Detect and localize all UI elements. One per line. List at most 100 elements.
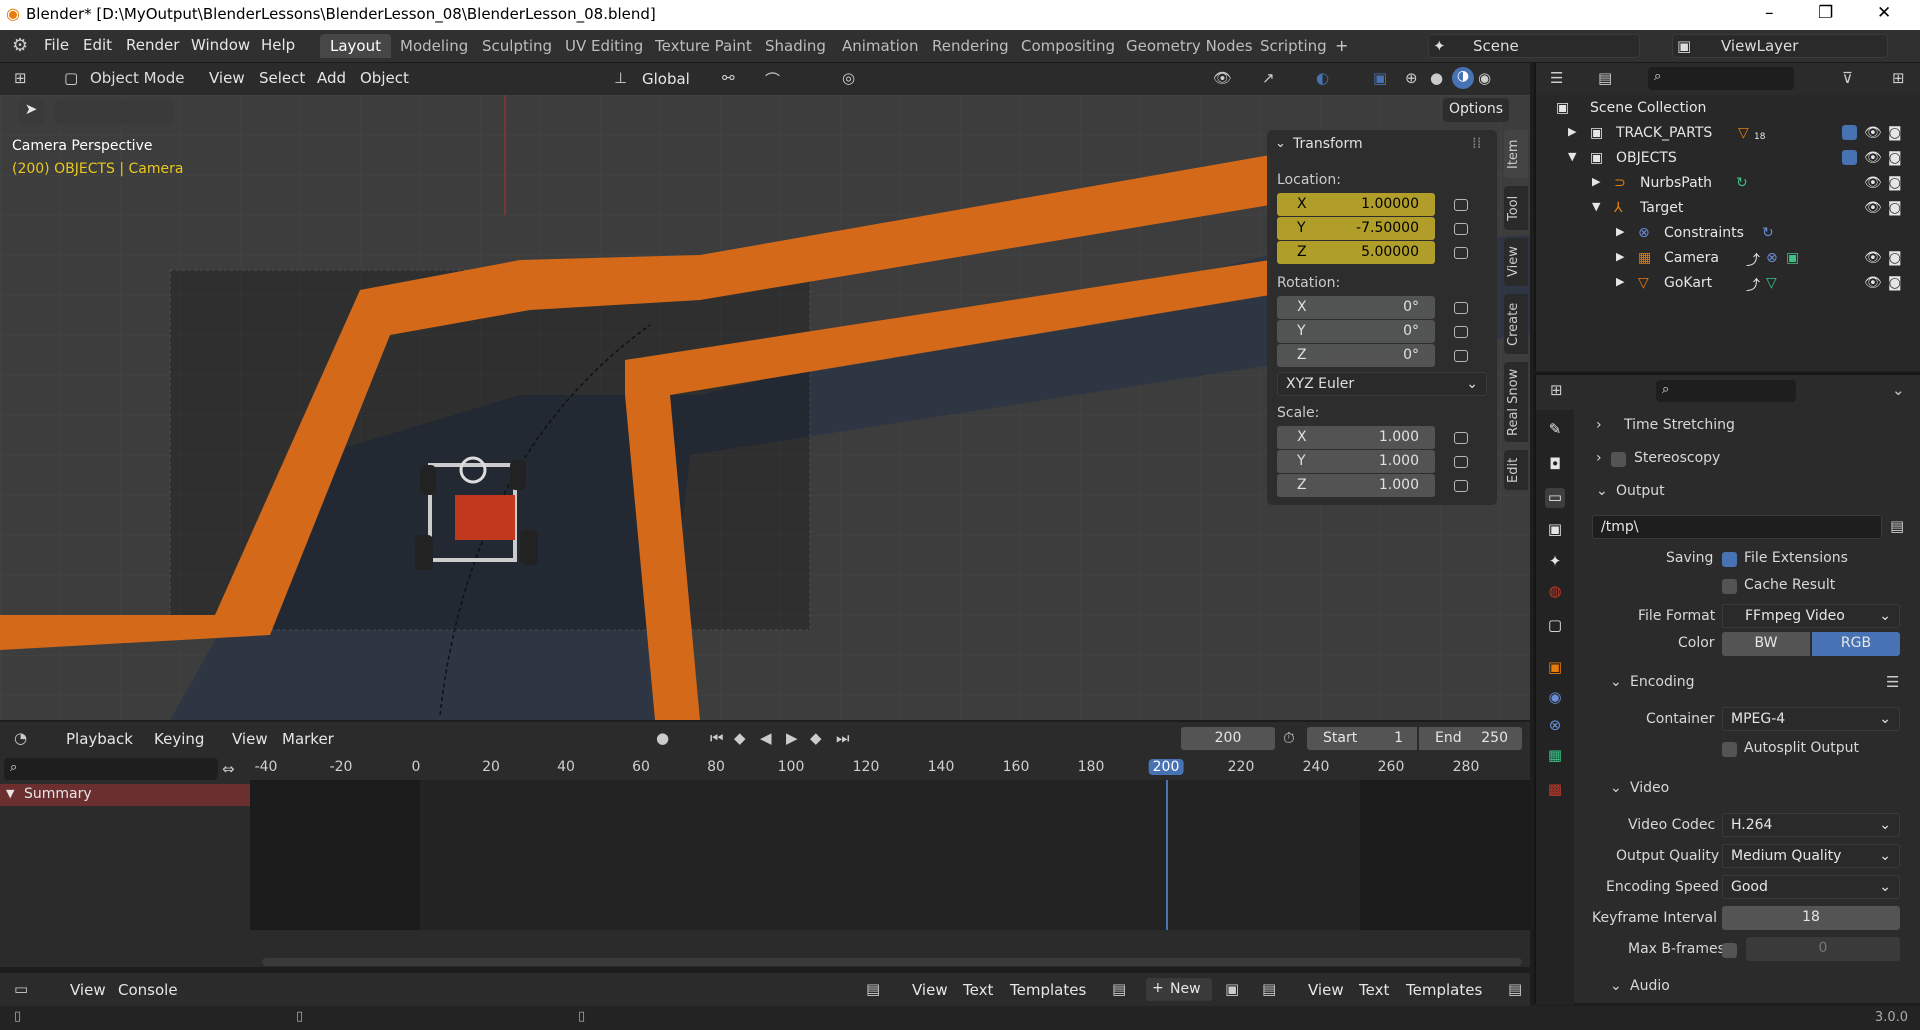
location-y-field[interactable]: Y -7.50000 <box>1277 217 1435 240</box>
solid-shading-icon[interactable]: ● <box>1430 69 1443 87</box>
lock-icon[interactable] <box>1454 326 1468 338</box>
data-tab-icon[interactable]: ▦ <box>1545 746 1565 766</box>
maximize-button[interactable]: ❐ <box>1818 3 1833 23</box>
location-z-field[interactable]: Z 5.00000 <box>1277 241 1435 264</box>
chevron-down-icon[interactable]: ⌄ <box>1610 978 1622 994</box>
proportional-edit-icon[interactable]: ◎ <box>842 69 855 87</box>
menu-render[interactable]: Render <box>126 36 179 54</box>
lock-icon[interactable] <box>1454 302 1468 314</box>
tab-real-snow[interactable]: Real Snow <box>1504 362 1528 442</box>
filter-icon[interactable]: ⊽ <box>1842 69 1853 87</box>
prev-keyframe-icon[interactable]: ◆ <box>734 729 746 747</box>
text-block-icon[interactable]: ▤ <box>1112 980 1126 998</box>
line-numbers-icon[interactable]: ▤ <box>1508 980 1522 998</box>
wireframe-shading-icon[interactable]: ⊕ <box>1405 69 1418 87</box>
chevron-right-icon[interactable]: › <box>1596 417 1602 433</box>
console-editor-icon[interactable]: ▭ <box>14 980 28 998</box>
lock-icon[interactable] <box>1454 223 1468 235</box>
record-icon[interactable]: ● <box>656 729 669 747</box>
list-item[interactable]: ▶ ⊃ NurbsPath ↻ 👁 ◙ <box>1536 172 1920 197</box>
timeline-channels[interactable] <box>250 780 1530 930</box>
tab-tool[interactable]: Tool <box>1504 186 1528 230</box>
render-tab-icon[interactable]: ◘ <box>1545 455 1565 475</box>
scale-y-field[interactable]: Y 1.000 <box>1277 450 1435 473</box>
horizontal-arrows-icon[interactable]: ⇔ <box>222 760 235 778</box>
encoding-speed-select[interactable]: Good ⌄ <box>1722 875 1900 899</box>
max-bframes-field[interactable]: 0 <box>1746 937 1900 961</box>
list-item[interactable]: ▶ ⊗ Constraints ↻ <box>1536 222 1920 247</box>
encoding-panel[interactable]: Encoding <box>1630 674 1695 690</box>
gizmo-icon[interactable]: ↗ <box>1262 69 1275 87</box>
new-text-button[interactable]: + New <box>1146 978 1212 1001</box>
presets-icon[interactable]: ☰ <box>1886 673 1899 691</box>
tab-animation[interactable]: Animation <box>832 34 928 58</box>
stereoscopy-checkbox[interactable] <box>1611 452 1626 467</box>
selection-mode-icons[interactable] <box>54 100 174 124</box>
scene-tab-icon[interactable]: ✦ <box>1545 552 1565 572</box>
collection-tab-icon[interactable]: ▢ <box>1545 616 1565 636</box>
lock-icon[interactable] <box>1454 350 1468 362</box>
timeline-ruler[interactable]: -40 -20 0 20 40 60 80 100 120 140 160 180 200 220 240 2… <box>250 756 1530 780</box>
options-button[interactable]: Options <box>1443 98 1509 122</box>
autosplit-checkbox[interactable] <box>1722 742 1737 757</box>
tab-layout[interactable]: Layout <box>320 34 391 58</box>
jump-start-icon[interactable]: ⏮ <box>710 729 724 747</box>
rendered-shading-icon[interactable]: ◉ <box>1478 69 1491 87</box>
new-collection-icon[interactable]: ⊞ <box>1892 69 1905 87</box>
rotation-z-field[interactable]: Z 0° <box>1277 344 1435 367</box>
stopwatch-icon[interactable]: ⏱ <box>1283 729 1295 747</box>
max-bframes-checkbox[interactable] <box>1722 943 1737 958</box>
list-item[interactable]: ▼ ▣ OBJECTS 👁 ◙ <box>1536 147 1920 172</box>
outliner-search-input[interactable]: ⌕ <box>1648 67 1794 90</box>
timeline-menu-playback[interactable]: Playback <box>66 730 133 748</box>
collapse-chevron-icon[interactable]: ⌄ <box>1275 136 1286 151</box>
time-stretching-panel[interactable]: Time Stretching <box>1624 417 1735 433</box>
file-format-select[interactable]: FFmpeg Video ⌄ <box>1722 604 1900 628</box>
select-tool-icon[interactable]: ➤ <box>18 100 44 124</box>
tab-modeling[interactable]: Modeling <box>390 34 478 58</box>
location-x-field[interactable]: X 1.00000 <box>1277 193 1435 216</box>
play-reverse-icon[interactable]: ◀ <box>760 729 772 747</box>
text2-menu-text[interactable]: Text <box>1359 981 1389 999</box>
chevron-down-icon[interactable]: ⌄ <box>1610 674 1622 690</box>
cache-result-checkbox[interactable] <box>1722 579 1737 594</box>
chevron-down-icon[interactable]: ⌄ <box>1610 780 1622 796</box>
open-folder-icon[interactable]: ▣ <box>1225 980 1239 998</box>
output-path-input[interactable]: /tmp\ <box>1592 515 1882 539</box>
drag-handle-icon[interactable]: ⁞⁞ <box>1472 134 1482 152</box>
rotation-y-field[interactable]: Y 0° <box>1277 320 1435 343</box>
minimize-button[interactable]: – <box>1765 3 1774 23</box>
lock-icon[interactable] <box>1454 480 1468 492</box>
text-menu-text[interactable]: Text <box>963 981 993 999</box>
timeline-menu-keying[interactable]: Keying <box>154 730 204 748</box>
overlays-icon[interactable]: ◐ <box>1316 69 1329 87</box>
xray-icon[interactable]: ▣ <box>1373 69 1387 87</box>
tab-sculpting[interactable]: Sculpting <box>472 34 562 58</box>
viewport-menu-view[interactable]: View <box>209 69 245 87</box>
physics-tab-icon[interactable]: ◉ <box>1545 688 1565 708</box>
timeline-editor-icon[interactable]: ◔ <box>14 729 27 747</box>
timeline-menu-marker[interactable]: Marker <box>282 730 334 748</box>
tab-compositing[interactable]: Compositing <box>1011 34 1125 58</box>
chevron-down-icon[interactable]: ⌄ <box>1892 381 1905 399</box>
text-editor-icon[interactable]: ▤ <box>866 980 880 998</box>
text-menu-view[interactable]: View <box>912 981 948 999</box>
outliner-scene-collection[interactable]: ▣ Scene Collection <box>1536 97 1920 122</box>
tab-geometry-nodes[interactable]: Geometry Nodes <box>1116 34 1263 58</box>
end-frame-field[interactable]: End 250 <box>1419 727 1522 750</box>
tab-item[interactable]: Item <box>1504 130 1528 178</box>
console-menu-console[interactable]: Console <box>118 981 178 999</box>
scene-selector[interactable]: ✦ Scene <box>1428 34 1640 58</box>
audio-panel[interactable]: Audio <box>1630 978 1670 994</box>
output-quality-select[interactable]: Medium Quality ⌄ <box>1722 844 1900 868</box>
tool-tab-icon[interactable]: ✎ <box>1545 420 1565 440</box>
timeline-menu-view[interactable]: View <box>232 730 268 748</box>
tab-texture-paint[interactable]: Texture Paint <box>645 34 762 58</box>
tab-rendering[interactable]: Rendering <box>922 34 1019 58</box>
properties-editor-icon[interactable]: ⊞ <box>1550 381 1563 399</box>
lock-icon[interactable] <box>1454 199 1468 211</box>
scale-x-field[interactable]: X 1.000 <box>1277 426 1435 449</box>
text2-menu-templates[interactable]: Templates <box>1406 981 1482 999</box>
viewport-menu-add[interactable]: Add <box>317 69 346 87</box>
jump-end-icon[interactable]: ⏭ <box>836 729 850 747</box>
